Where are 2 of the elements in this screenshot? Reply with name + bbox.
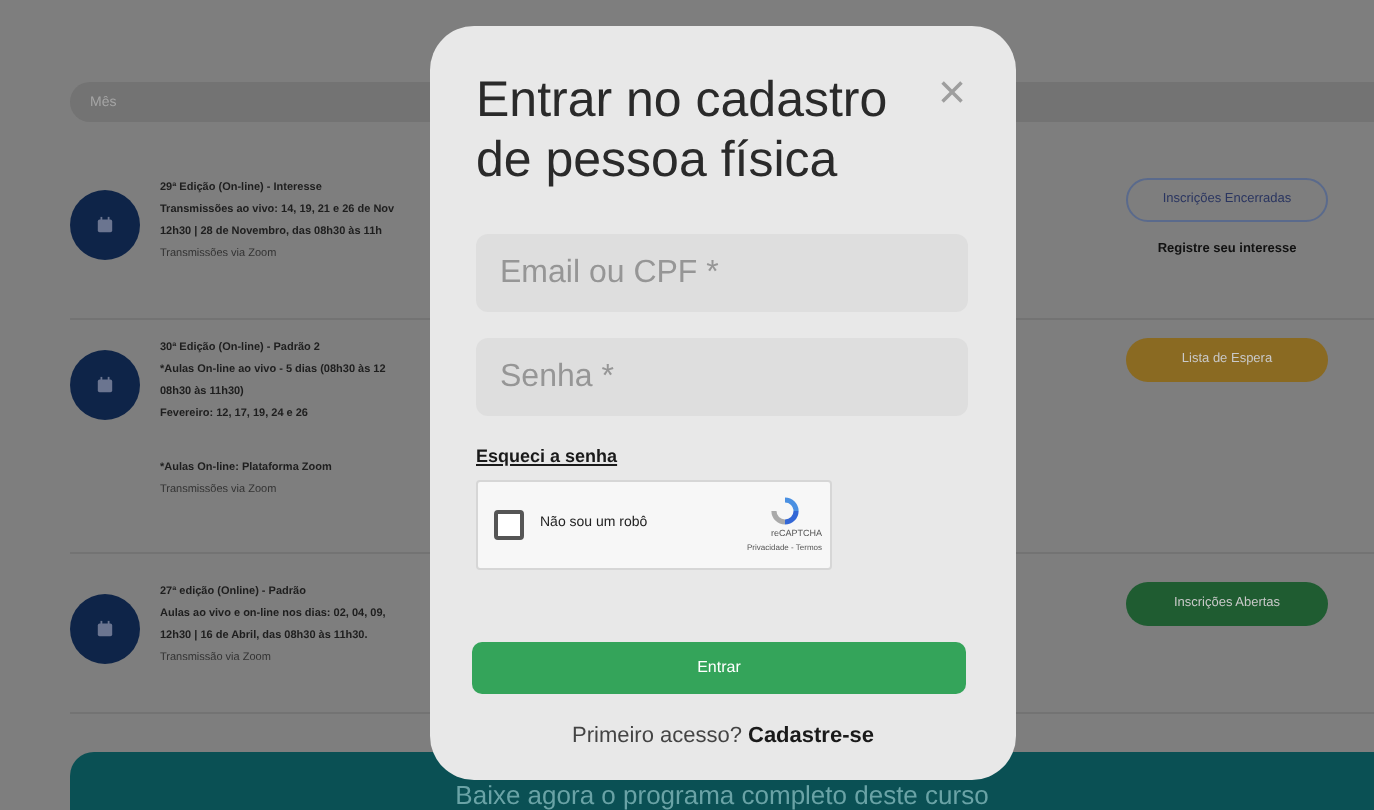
signup-prompt: Primeiro acesso? <box>572 721 742 751</box>
modal-title: Entrar no cadastro de pessoa física <box>476 70 890 190</box>
